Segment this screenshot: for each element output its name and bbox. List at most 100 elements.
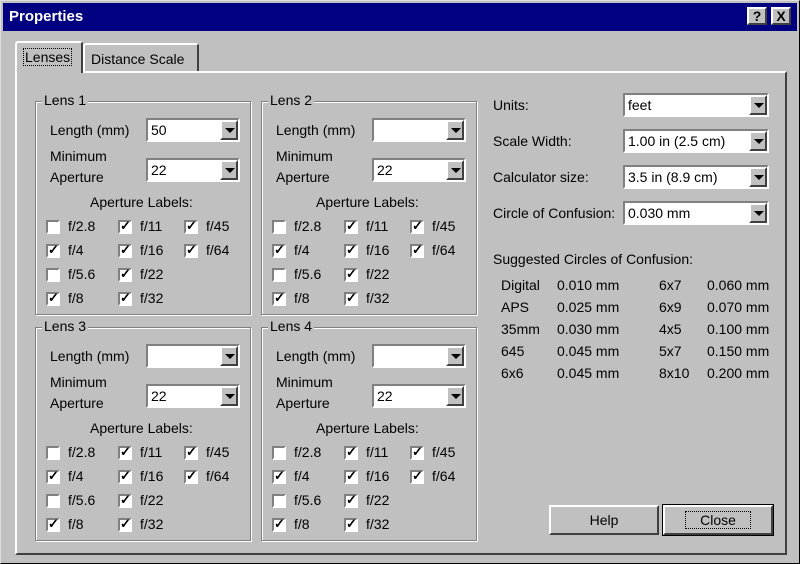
aperture-checkbox[interactable] [118, 266, 132, 282]
chevron-down-icon[interactable] [749, 167, 767, 187]
aperture-labels-title: Aperture Labels: [316, 420, 419, 436]
aperture-checkbox[interactable] [272, 446, 286, 460]
chevron-down-icon[interactable] [446, 160, 464, 180]
format-value: 0.045 mm [557, 365, 620, 381]
aperture-checkbox[interactable] [272, 242, 286, 258]
aperture-checkbox[interactable] [118, 468, 132, 484]
aperture-checkbox[interactable] [46, 446, 60, 460]
length-select[interactable]: 50 [146, 118, 240, 142]
min-aperture-line2: Aperture [50, 169, 104, 185]
aperture-checkbox[interactable] [184, 242, 198, 258]
aperture-checkbox[interactable] [184, 444, 198, 460]
lens-group: Lens 2 Length (mm) Minimum Aperture 22 Apertu… [261, 92, 477, 315]
circle-of-confusion-select[interactable]: 0.030 mm [623, 201, 769, 225]
format-name: 645 [501, 343, 525, 359]
aperture-checkbox[interactable] [46, 268, 60, 282]
format-name: APS [501, 299, 530, 315]
aperture-checkbox[interactable] [184, 218, 198, 234]
aperture-label: f/5.6 [294, 266, 322, 282]
min-aperture-value: 22 [151, 162, 167, 178]
chevron-down-icon[interactable] [749, 131, 767, 151]
aperture-checkbox[interactable] [344, 290, 358, 306]
chevron-down-icon[interactable] [220, 346, 238, 366]
aperture-label: f/8 [68, 516, 84, 532]
format-name: Digital [501, 277, 540, 293]
aperture-checkbox[interactable] [118, 218, 132, 234]
min-aperture-select[interactable]: 22 [146, 384, 240, 408]
aperture-checkbox[interactable] [118, 492, 132, 508]
length-select[interactable] [372, 118, 466, 142]
aperture-checkbox[interactable] [46, 290, 60, 306]
aperture-checkbox[interactable] [46, 516, 60, 532]
length-select[interactable] [372, 344, 466, 368]
scale-width-label: Scale Width: [493, 133, 572, 149]
aperture-checkbox[interactable] [46, 494, 60, 508]
aperture-checkbox[interactable] [118, 242, 132, 258]
aperture-checkbox[interactable] [46, 220, 60, 234]
calculator-size-label: Calculator size: [493, 169, 589, 185]
length-label: Length (mm) [276, 122, 356, 138]
min-aperture-select[interactable]: 22 [372, 158, 466, 182]
chevron-down-icon[interactable] [446, 346, 464, 366]
aperture-checkbox[interactable] [272, 468, 286, 484]
lens-title: Lens 3 [42, 318, 89, 334]
aperture-checkbox[interactable] [272, 516, 286, 532]
aperture-label: f/64 [206, 242, 230, 258]
close-icon[interactable]: X [771, 7, 791, 25]
aperture-checkbox[interactable] [118, 444, 132, 460]
aperture-label: f/16 [140, 242, 164, 258]
aperture-label: f/2.8 [68, 218, 96, 234]
format-name: 6x9 [659, 299, 682, 315]
aperture-label: f/11 [366, 444, 389, 460]
aperture-checkbox[interactable] [272, 290, 286, 306]
aperture-checkbox[interactable] [344, 218, 358, 234]
chevron-down-icon[interactable] [220, 120, 238, 140]
aperture-label: f/45 [432, 218, 456, 234]
aperture-checkbox[interactable] [344, 492, 358, 508]
chevron-down-icon[interactable] [749, 95, 767, 115]
chevron-down-icon[interactable] [220, 160, 238, 180]
scale-width-select[interactable]: 1.00 in (2.5 cm) [623, 129, 769, 153]
min-aperture-select[interactable]: 22 [146, 158, 240, 182]
aperture-checkbox[interactable] [410, 218, 424, 234]
aperture-checkbox[interactable] [410, 242, 424, 258]
aperture-checkbox[interactable] [118, 516, 132, 532]
aperture-label: f/5.6 [68, 266, 96, 282]
aperture-checkbox[interactable] [344, 444, 358, 460]
aperture-checkbox[interactable] [46, 468, 60, 484]
help-button[interactable]: Help [549, 505, 659, 535]
aperture-checkbox[interactable] [46, 242, 60, 258]
help-icon[interactable]: ? [747, 7, 767, 25]
format-name: 5x7 [659, 343, 682, 359]
aperture-checkbox[interactable] [344, 266, 358, 282]
aperture-checkbox[interactable] [272, 494, 286, 508]
calculator-size-select[interactable]: 3.5 in (8.9 cm) [623, 165, 769, 189]
aperture-checkbox[interactable] [410, 468, 424, 484]
aperture-label: f/22 [366, 266, 390, 282]
aperture-checkbox[interactable] [272, 220, 286, 234]
aperture-label: f/2.8 [294, 218, 322, 234]
calculator-size-value: 3.5 in (8.9 cm) [628, 169, 718, 185]
length-select[interactable] [146, 344, 240, 368]
chevron-down-icon[interactable] [446, 120, 464, 140]
aperture-label: f/16 [366, 242, 390, 258]
title-bar[interactable]: Properties ? X [3, 3, 797, 31]
aperture-checkbox[interactable] [118, 290, 132, 306]
chevron-down-icon[interactable] [446, 386, 464, 406]
aperture-checkbox[interactable] [410, 444, 424, 460]
aperture-checkbox[interactable] [344, 468, 358, 484]
aperture-checkbox[interactable] [272, 268, 286, 282]
aperture-label: f/32 [140, 516, 164, 532]
aperture-checkbox[interactable] [344, 242, 358, 258]
chevron-down-icon[interactable] [220, 386, 238, 406]
min-aperture-select[interactable]: 22 [372, 384, 466, 408]
units-select[interactable]: feet [623, 93, 769, 117]
chevron-down-icon[interactable] [749, 203, 767, 223]
circle-of-confusion-value: 0.030 mm [628, 205, 691, 221]
tab-lenses[interactable]: Lenses [15, 41, 83, 73]
aperture-checkbox[interactable] [344, 516, 358, 532]
tab-distance-scale[interactable]: Distance Scale [83, 43, 199, 71]
aperture-checkbox[interactable] [184, 468, 198, 484]
aperture-label: f/11 [140, 444, 163, 460]
close-button[interactable]: Close [662, 504, 774, 536]
